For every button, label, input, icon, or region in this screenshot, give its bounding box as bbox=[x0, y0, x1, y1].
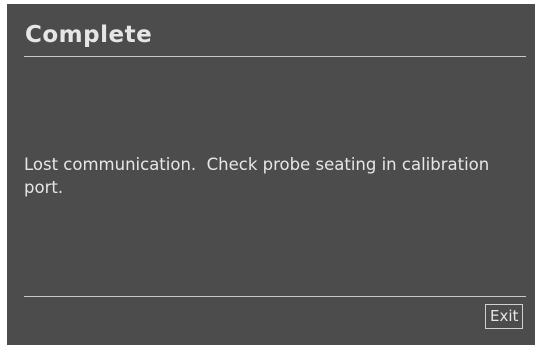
footer-divider bbox=[24, 296, 526, 297]
exit-button[interactable]: Exit bbox=[485, 304, 524, 329]
dialog-title: Complete bbox=[25, 22, 153, 48]
complete-dialog: Complete Lost communication. Check probe… bbox=[7, 4, 535, 345]
dialog-message: Lost communication. Check probe seating … bbox=[24, 155, 495, 197]
title-divider bbox=[24, 56, 526, 57]
